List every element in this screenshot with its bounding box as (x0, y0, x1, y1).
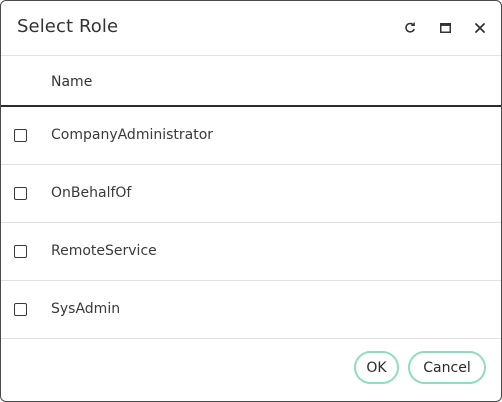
table-row[interactable]: RemoteService (1, 223, 501, 281)
table-row[interactable]: OnBehalfOf (1, 165, 501, 223)
column-header-name[interactable]: Name (51, 74, 92, 90)
row-checkbox[interactable] (14, 187, 27, 200)
maximize-icon[interactable] (435, 18, 455, 38)
close-icon[interactable] (470, 18, 490, 38)
dialog-titlebar: Select Role (1, 1, 501, 56)
select-role-dialog: Select Role Name CompanyAdministrator On… (0, 0, 502, 402)
cancel-button[interactable]: Cancel (408, 351, 486, 384)
refresh-icon[interactable] (400, 18, 420, 38)
grid-header: Name (1, 56, 501, 107)
role-name: OnBehalfOf (51, 185, 132, 201)
role-name: SysAdmin (51, 301, 121, 317)
table-row[interactable]: CompanyAdministrator (1, 107, 501, 165)
ok-button[interactable]: OK (354, 351, 399, 384)
role-name: CompanyAdministrator (51, 127, 214, 143)
role-name: RemoteService (51, 243, 157, 259)
row-checkbox[interactable] (14, 245, 27, 258)
row-checkbox[interactable] (14, 303, 27, 316)
dialog-title: Select Role (17, 16, 119, 37)
table-row[interactable]: SysAdmin (1, 281, 501, 339)
row-checkbox[interactable] (14, 129, 27, 142)
